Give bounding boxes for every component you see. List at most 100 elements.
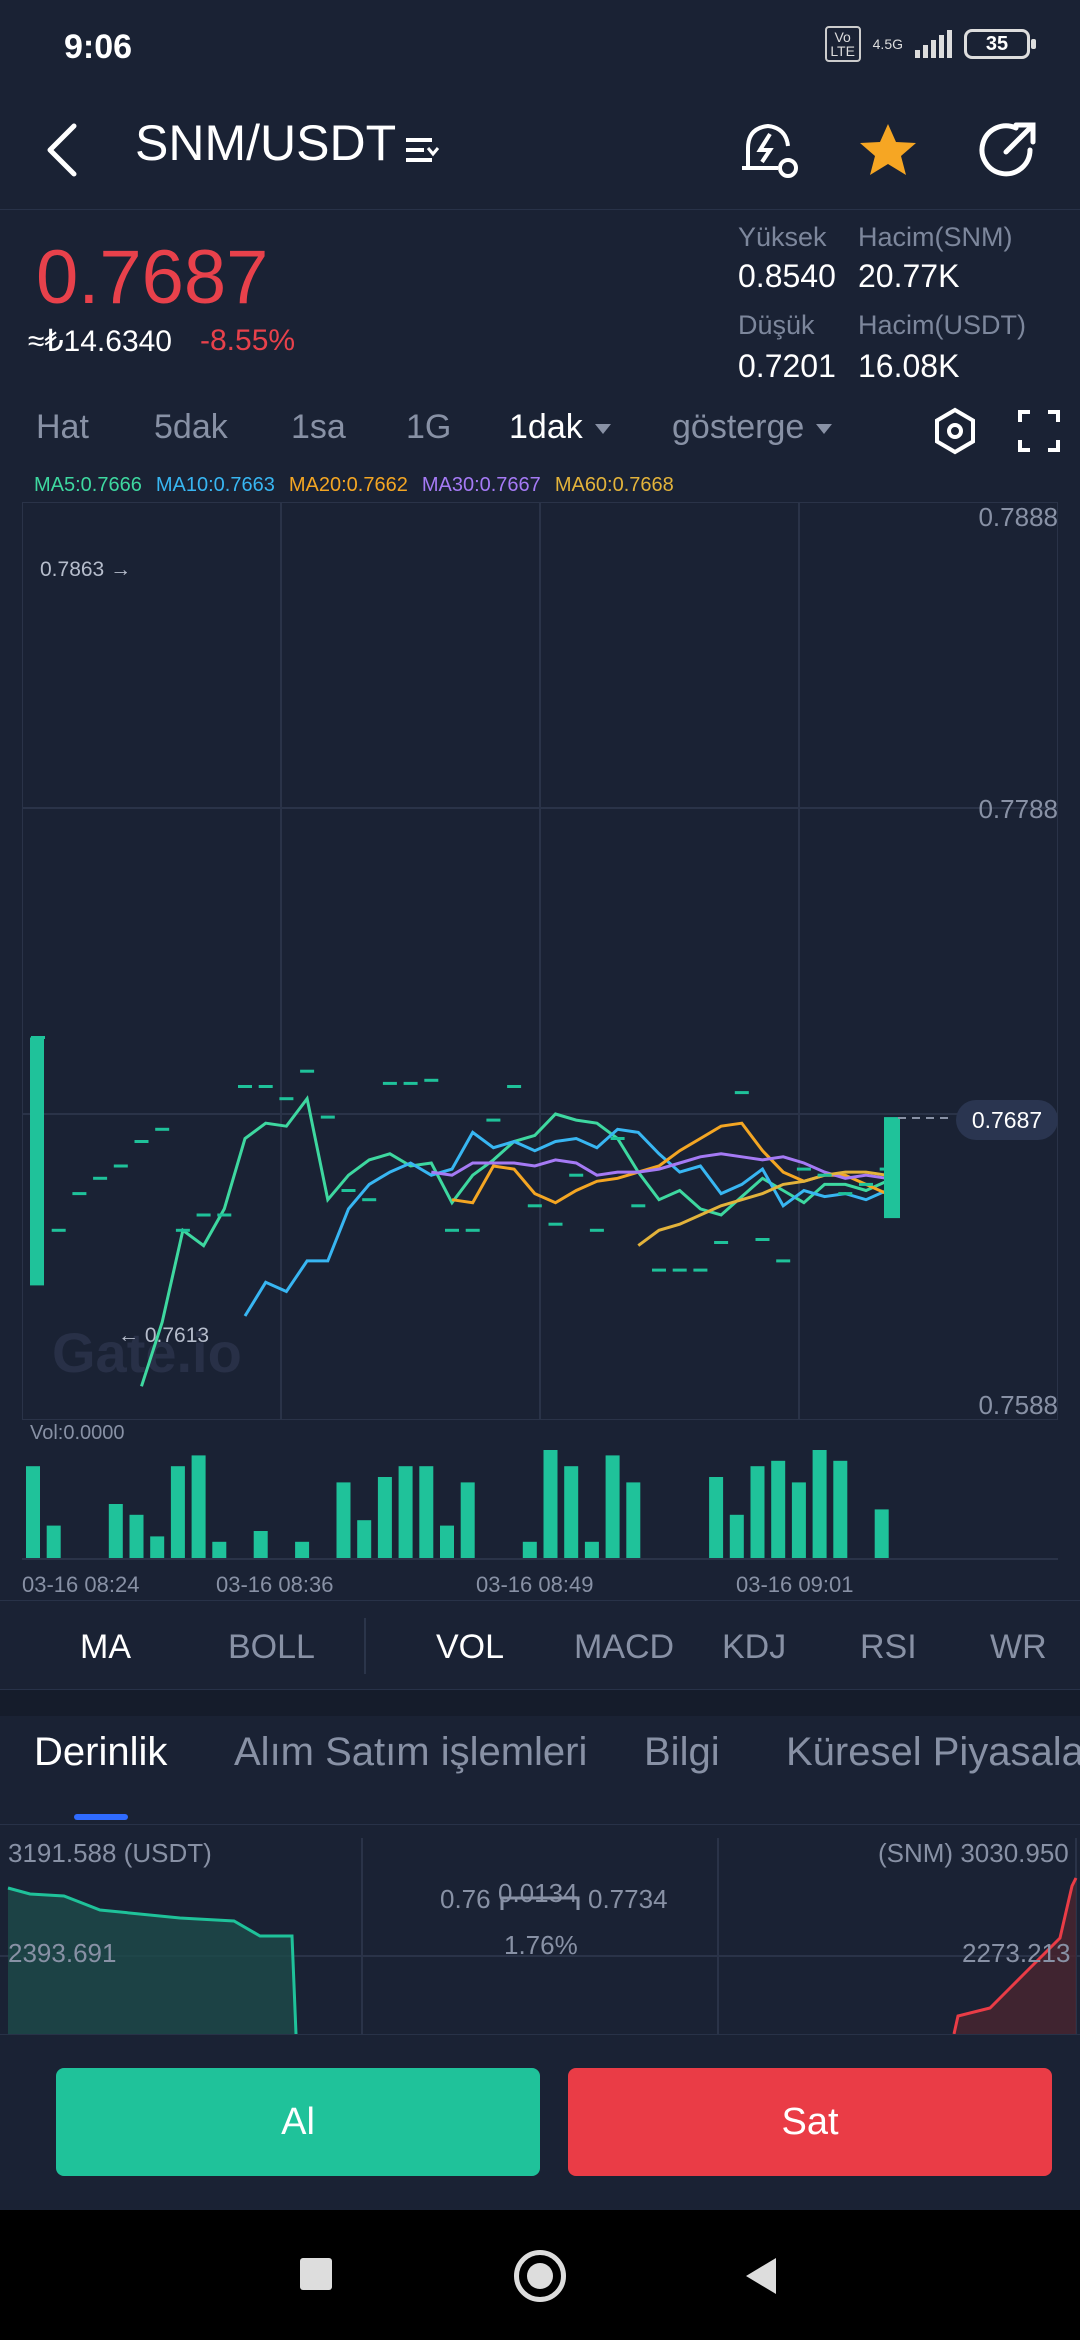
tab-global-markets[interactable]: Küresel Piyasalar [786,1730,1080,1775]
volume-bar [729,1514,744,1558]
chevron-down-icon [594,424,611,435]
candle [486,1118,501,1122]
volume-quote-value: 16.08K [858,348,960,384]
tab-indicator[interactable]: gösterge [672,408,833,447]
share-icon[interactable] [970,112,1046,188]
candle-first [30,1037,44,1286]
volume-bar [605,1455,620,1558]
tab-line[interactable]: Hat [36,408,89,447]
volume-label: Vol:0.0000 [30,1422,125,1444]
candle [631,1204,646,1208]
candle [238,1085,252,1088]
tab-info[interactable]: Bilgi [644,1730,720,1775]
ma-legend: MA5:0.7666 MA10:0.7663 MA20:0.7662 MA30:… [34,474,674,497]
volume-bar [522,1541,537,1558]
last-price: 0.7687 [36,235,269,320]
candle [445,1228,459,1232]
volume-bar [26,1466,40,1558]
ma60-line [637,1170,887,1247]
candle [859,1182,873,1186]
volume-bar [833,1460,848,1558]
indicator-bar [0,1600,1080,1690]
volume-bar [709,1477,724,1558]
depth-ask: 0.7734 [588,1884,668,1914]
indicator-boll[interactable]: BOLL [228,1628,315,1667]
candle [796,1167,811,1171]
candle [755,1238,770,1241]
x-tick-3: 03-16 08:49 [476,1572,594,1597]
tab-5min[interactable]: 5dak [154,408,228,447]
candle [72,1192,87,1196]
high-label: Yüksek [738,222,827,252]
candle [300,1069,315,1073]
min-marker: ← 0.7613 [118,1324,209,1347]
indicator-vol[interactable]: VOL [436,1628,504,1667]
volume-bar [398,1466,413,1558]
volume-bar [874,1509,889,1558]
tab-1day[interactable]: 1G [406,408,451,447]
price-alert-icon[interactable] [730,112,806,188]
candle [589,1228,604,1232]
volume-bar [150,1536,165,1558]
indicator-kdj[interactable]: KDJ [722,1628,786,1667]
back-nav-icon[interactable] [740,2254,780,2298]
tab-trades[interactable]: Alım Satım işlemleri [234,1730,587,1775]
volume-chart [22,1450,1058,1560]
depth-right-top: (SNM) 3030.950 [878,1838,1069,1868]
volume-bar [750,1466,765,1558]
ma5-legend: MA5:0.7666 [34,474,142,496]
volume-bar [336,1482,351,1558]
volume-quote-label: Hacim(USDT) [858,310,1026,340]
volume-bar [419,1466,434,1558]
tab-depth[interactable]: Derinlik [34,1730,167,1775]
indicator-macd[interactable]: MACD [574,1628,674,1667]
candle [507,1085,522,1088]
indicator-ma[interactable]: MA [80,1628,131,1667]
pair-title[interactable]: SNM/USDT [135,114,396,172]
buy-button[interactable]: Al [56,2068,540,2176]
candle [672,1268,687,1272]
low-value: 0.7201 [738,348,836,384]
candle [569,1173,584,1177]
volume-bar [584,1541,599,1558]
app-header: SNM/USDT [0,90,1080,210]
depth-bid: 0.76 [440,1884,491,1914]
price-chart[interactable]: Gate.io 0.7888 0.7788 0.7588 0.7863 → ← … [22,502,1058,1420]
volume-bar [543,1450,558,1558]
volume-bar [626,1482,641,1558]
ma10-line [243,1127,888,1317]
fullscreen-icon[interactable] [1014,406,1064,456]
y-tick-bottom: 0.7588 [978,1390,1058,1420]
low-label: Düşük [738,310,815,340]
sell-button[interactable]: Sat [568,2068,1052,2176]
pair-menu-icon[interactable] [402,130,442,170]
candle [382,1081,397,1085]
tab-1min[interactable]: 1dak [509,408,611,447]
candle [527,1204,542,1208]
indicator-rsi[interactable]: RSI [860,1628,917,1667]
volume-bar [108,1504,123,1558]
depth-right-mid: 2273.213 [962,1938,1071,1968]
candle [693,1268,708,1272]
volume-bar [771,1460,786,1558]
candle [403,1081,418,1085]
back-arrow-icon[interactable] [36,110,96,190]
volume-bar [440,1525,454,1558]
home-icon[interactable] [514,2250,566,2302]
volume-bar [212,1541,227,1558]
candle [113,1164,128,1168]
indicator-wr[interactable]: WR [990,1628,1047,1667]
candle [51,1228,66,1232]
volume-bar [46,1525,61,1558]
candle [155,1127,170,1131]
x-tick-2: 03-16 08:36 [216,1572,334,1597]
volte-icon: Vo LTE [824,26,861,62]
favorite-star-icon[interactable] [850,112,926,188]
candle [175,1228,190,1232]
network-label: 4.5G [872,36,903,52]
chart-settings-icon[interactable] [930,406,980,456]
depth-chart[interactable]: 3191.588 (USDT) 2393.691 (SNM) 3030.950 … [0,1838,1080,2034]
tab-1hour[interactable]: 1sa [291,408,346,447]
recents-icon[interactable] [300,2258,332,2290]
volume-bar [170,1466,185,1558]
